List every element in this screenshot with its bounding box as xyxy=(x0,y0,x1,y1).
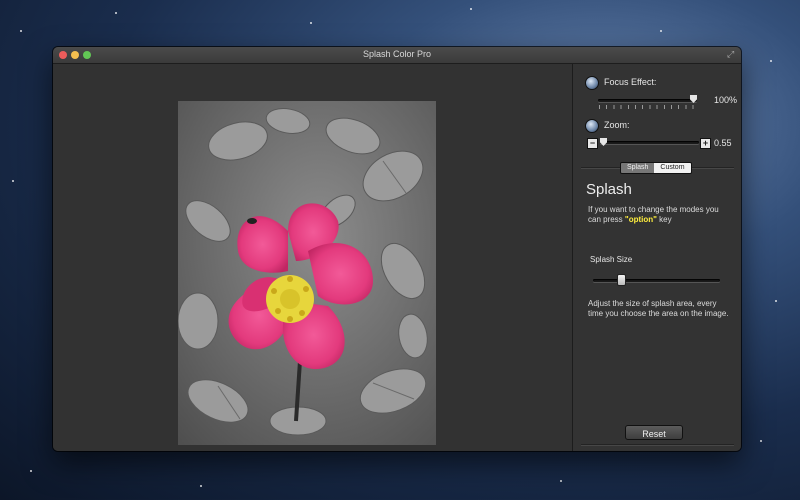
focus-effect-label: Focus Effect: xyxy=(604,77,657,87)
zoom-out-button[interactable]: − xyxy=(587,138,598,149)
splash-heading: Splash xyxy=(586,181,632,198)
mode-segmented-control[interactable]: Splash Custom xyxy=(620,162,692,174)
focus-effect-value: 100% xyxy=(714,95,738,105)
image-canvas xyxy=(53,64,572,451)
tab-custom[interactable]: Custom xyxy=(654,163,691,173)
splash-size-label: Splash Size xyxy=(590,255,633,264)
zoom-in-button[interactable]: + xyxy=(700,138,711,149)
focus-effect-ticks xyxy=(599,105,697,109)
reset-button[interactable]: Reset xyxy=(625,425,683,440)
zoom-slider-track[interactable] xyxy=(600,141,699,144)
app-window: Splash Color Pro ⤢ Focus Effect: 100% Zo… xyxy=(53,47,741,451)
zoom-value: 0.55 xyxy=(714,138,732,148)
title-bar: Splash Color Pro ⤢ xyxy=(53,47,741,64)
window-title: Splash Color Pro xyxy=(362,49,432,59)
splash-size-track[interactable] xyxy=(593,279,720,282)
zoom-label: Zoom: xyxy=(604,120,630,130)
splash-size-thumb[interactable] xyxy=(616,274,626,286)
zoom-magnifier-icon xyxy=(585,119,599,133)
edited-photo[interactable] xyxy=(178,101,436,445)
tab-splash[interactable]: Splash xyxy=(621,163,655,173)
focus-effect-track[interactable] xyxy=(598,99,697,102)
mode-help-text: If you want to change the modes you can … xyxy=(588,205,728,225)
splash-size-help: Adjust the size of splash area, every ti… xyxy=(588,299,729,318)
zoom-slider-thumb[interactable] xyxy=(600,138,607,146)
photo-image xyxy=(178,101,436,445)
control-panel: Focus Effect: 100% Zoom: − + 0.55 Splash… xyxy=(572,64,741,451)
option-key-highlight: "option" xyxy=(624,215,657,224)
focus-effect-icon xyxy=(585,76,599,90)
panel-divider-bottom xyxy=(581,444,734,446)
fullscreen-icon[interactable]: ⤢ xyxy=(727,50,736,59)
mode-help-post: key xyxy=(656,215,672,224)
